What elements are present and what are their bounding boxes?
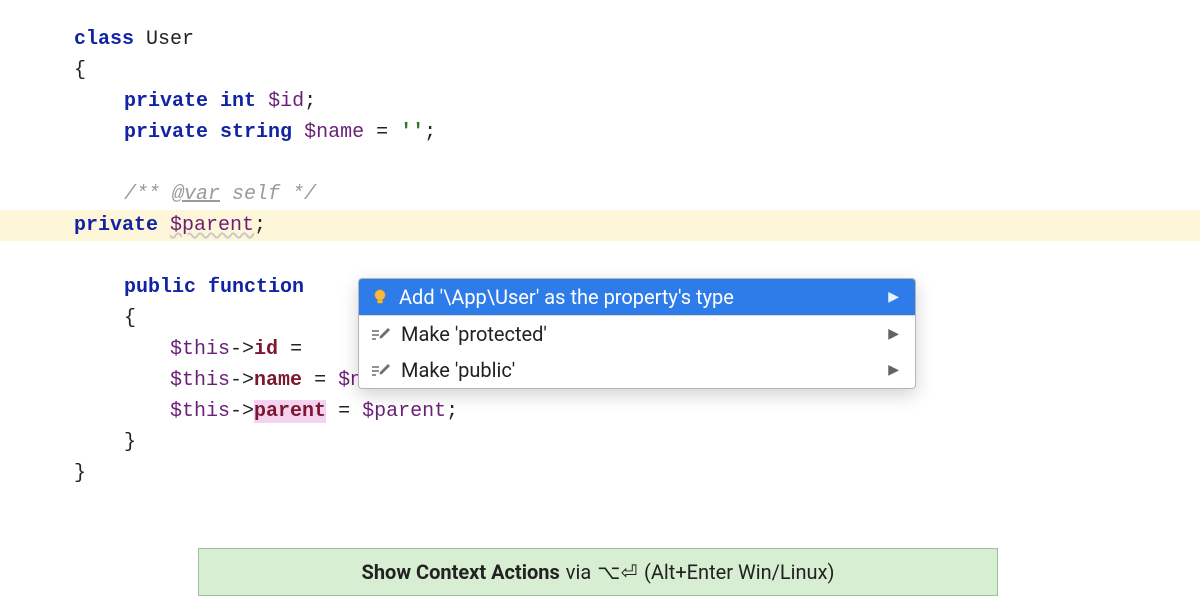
intention-item-label: Make 'public': [401, 358, 515, 382]
intention-actions-popup[interactable]: Add '\App\User' as the property's type ▶…: [358, 278, 916, 389]
this-ref: $this: [170, 338, 230, 361]
chevron-right-icon: ▶: [888, 289, 899, 305]
member-parent: parent: [254, 400, 326, 423]
variable-rhs: $parent: [362, 400, 446, 423]
arrow-op: ->: [230, 400, 254, 423]
intention-item-make-public[interactable]: Make 'public' ▶: [359, 352, 915, 388]
variable-id: $id: [268, 90, 304, 113]
keyword-private: private: [74, 214, 158, 237]
code-line[interactable]: }: [74, 458, 1200, 489]
brace-close: }: [124, 431, 136, 454]
equals: =: [338, 400, 350, 423]
intention-item-add-type[interactable]: Add '\App\User' as the property's type ▶: [359, 279, 915, 315]
keyword-int: int: [220, 90, 256, 113]
chevron-right-icon: ▶: [888, 362, 899, 378]
semicolon: ;: [424, 121, 436, 144]
chevron-right-icon: ▶: [888, 326, 899, 342]
tip-banner: Show Context Actions via ⌥⏎ (Alt+Enter W…: [198, 548, 998, 596]
lightbulb-icon: [371, 288, 389, 306]
code-line-highlighted[interactable]: private $parent;: [0, 210, 1200, 241]
intention-item-make-protected[interactable]: Make 'protected' ▶: [359, 316, 915, 352]
code-line[interactable]: $this->parent = $parent;: [74, 396, 1200, 427]
semicolon: ;: [304, 90, 316, 113]
pencil-icon: [371, 361, 391, 379]
this-ref: $this: [170, 369, 230, 392]
keyword-public: public: [124, 276, 196, 299]
pencil-icon: [371, 325, 391, 343]
code-line[interactable]: {: [74, 55, 1200, 86]
member-id: id: [254, 338, 278, 361]
arrow-op: ->: [230, 369, 254, 392]
editor-viewport[interactable]: class User { private int $id; private st…: [0, 0, 1200, 489]
keyword-private: private: [124, 90, 208, 113]
equals: =: [290, 338, 302, 361]
brace-open: {: [124, 307, 136, 330]
semicolon: ;: [254, 214, 266, 237]
tip-rest: (Alt+Enter Win/Linux): [644, 560, 834, 584]
member-name: name: [254, 369, 302, 392]
brace-close: }: [74, 462, 86, 485]
code-line[interactable]: private string $name = '';: [74, 117, 1200, 148]
intention-item-label: Make 'protected': [401, 322, 547, 346]
class-name: User: [146, 28, 194, 51]
doc-tag: @var: [172, 183, 220, 206]
keyword-class: class: [74, 28, 134, 51]
intention-item-label: Add '\App\User' as the property's type: [399, 285, 734, 309]
this-ref: $this: [170, 400, 230, 423]
code-line[interactable]: /** @var self */: [74, 179, 1200, 210]
keyword-function: function: [208, 276, 304, 299]
semicolon: ;: [446, 400, 458, 423]
doc-comment: /** @var self */: [124, 183, 316, 206]
code-line[interactable]: }: [74, 427, 1200, 458]
equals: =: [376, 121, 388, 144]
brace-open: {: [74, 59, 86, 82]
variable-name: $name: [304, 121, 364, 144]
code-line[interactable]: class User: [74, 24, 1200, 55]
blank-line[interactable]: [74, 241, 1200, 272]
shortcut-mac: ⌥⏎: [597, 560, 638, 584]
keyword-string: string: [220, 121, 292, 144]
variable-parent: $parent: [170, 214, 254, 237]
keyword-private: private: [124, 121, 208, 144]
code-line[interactable]: private int $id;: [74, 86, 1200, 117]
arrow-op: ->: [230, 338, 254, 361]
equals: =: [314, 369, 326, 392]
tip-strong: Show Context Actions: [362, 560, 560, 584]
blank-line[interactable]: [74, 148, 1200, 179]
string-literal: '': [400, 121, 424, 144]
tip-via: via: [566, 560, 591, 584]
